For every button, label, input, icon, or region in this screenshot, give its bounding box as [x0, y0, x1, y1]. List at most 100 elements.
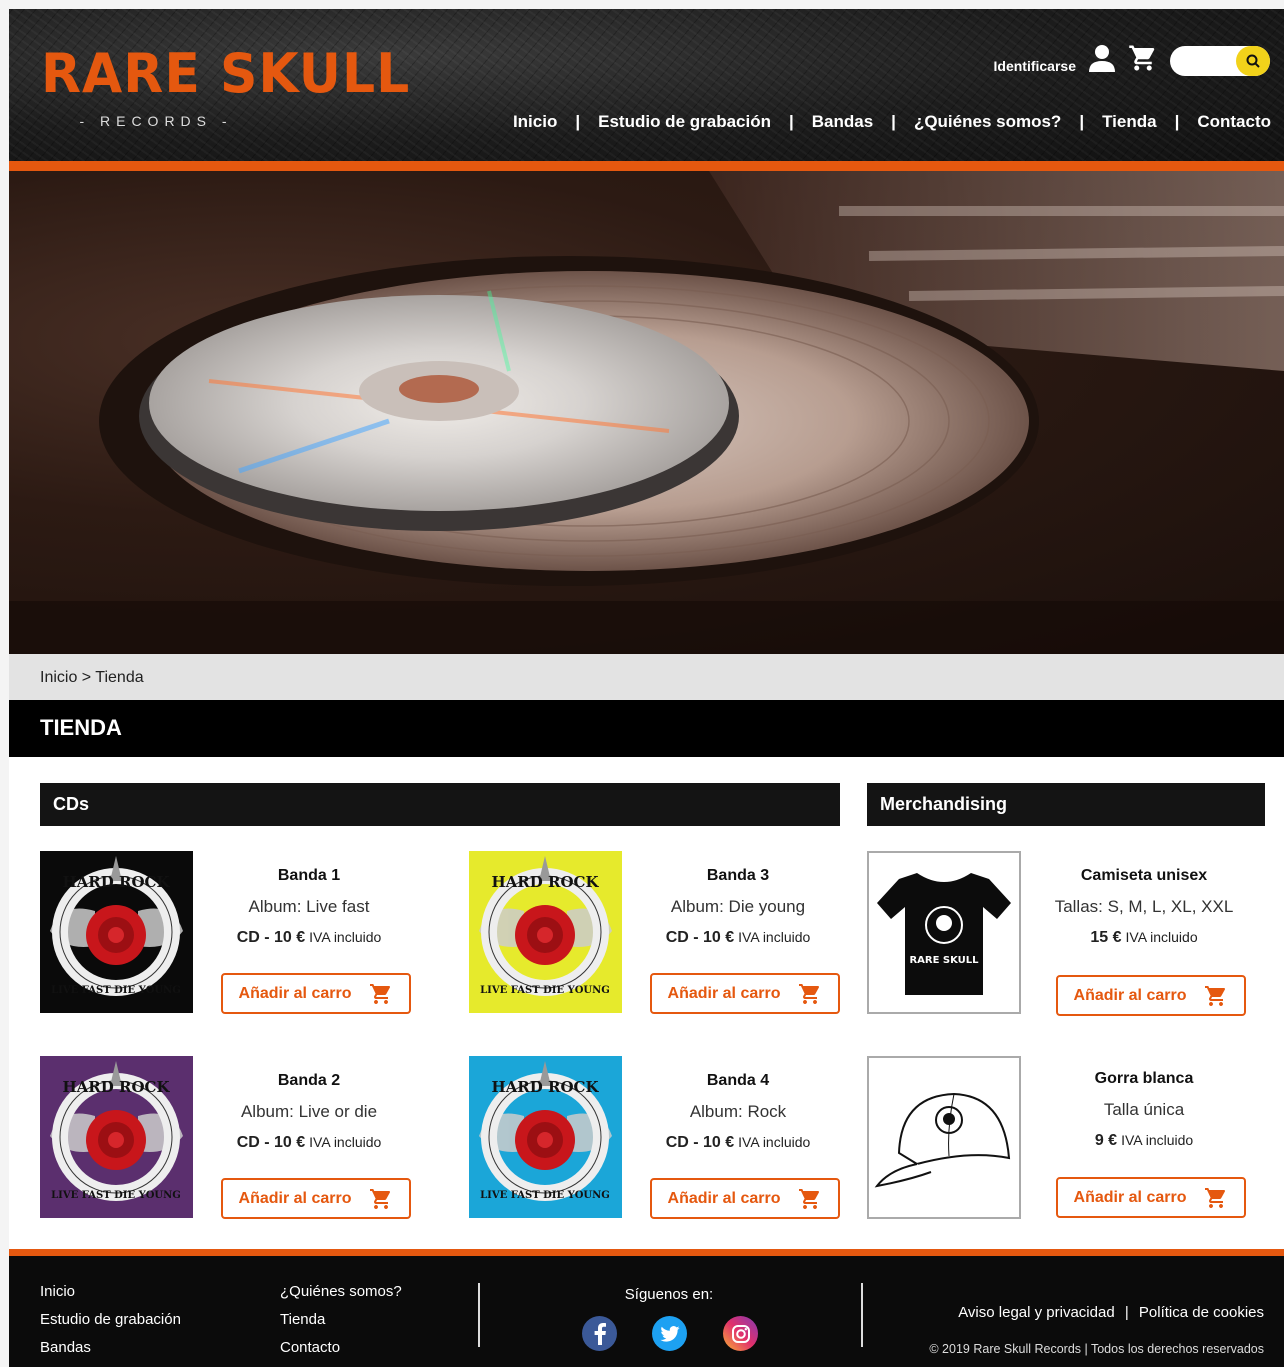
merch-section-header: Merchandising [867, 783, 1265, 826]
product-info: Banda 4 Album: Rock CD - 10 € IVA incluid… [643, 1072, 833, 1152]
product-name[interactable]: Gorra blanca [1049, 1070, 1239, 1088]
logo-title: RARE SKULL [41, 42, 411, 106]
search-icon [1246, 54, 1260, 68]
user-icon[interactable] [1088, 43, 1116, 78]
facebook-icon[interactable] [582, 1316, 617, 1351]
add-to-cart-button[interactable]: Añadir al carro [221, 1178, 411, 1219]
cds-section-header: CDs [40, 783, 840, 826]
nav-contacto[interactable]: Contacto [1197, 112, 1271, 132]
nav-separator: | [788, 112, 794, 131]
tax-note: IVA incluido [1125, 929, 1198, 945]
price-value: 9 € [1094, 1132, 1118, 1149]
add-to-cart-button[interactable]: Añadir al carro [1056, 1177, 1246, 1218]
price-value: CD - 10 € [236, 1134, 306, 1151]
cookies-link[interactable]: Política de cookies [1139, 1304, 1264, 1321]
logo[interactable]: RARE SKULL - RECORDS - [41, 41, 411, 129]
add-to-cart-label: Añadir al carro [667, 1189, 781, 1207]
add-to-cart-button[interactable]: Añadir al carro [1056, 975, 1246, 1016]
footer-link-contacto[interactable]: Contacto [280, 1334, 402, 1362]
footer-link-tienda[interactable]: Tienda [280, 1306, 402, 1334]
cart-icon [370, 1188, 391, 1209]
add-to-cart-button[interactable]: Añadir al carro [650, 1178, 840, 1219]
cart-icon [799, 1188, 820, 1209]
product-price: CD - 10 € IVA incluido [214, 1134, 404, 1152]
product-price: CD - 10 € IVA incluido [643, 929, 833, 947]
product-name[interactable]: Banda 2 [214, 1072, 404, 1090]
album-cover[interactable]: HARD ROCK LIVE FAST DIE YOUNG [469, 1056, 622, 1218]
product-subtitle: Album: Live or die [240, 1102, 378, 1121]
product-name[interactable]: Banda 3 [643, 867, 833, 885]
footer-link-inicio[interactable]: Inicio [40, 1278, 181, 1306]
main-nav: Inicio | Estudio de grabación | Bandas |… [513, 112, 1271, 132]
tax-note: IVA incluido [309, 1134, 382, 1150]
product-subtitle: Album: Rock [689, 1102, 787, 1121]
cart-icon [799, 983, 820, 1004]
login-link[interactable]: Identificarse [994, 58, 1076, 74]
product-price: CD - 10 € IVA incluido [214, 929, 404, 947]
price-value: CD - 10 € [665, 929, 735, 946]
nav-tienda[interactable]: Tienda [1102, 112, 1156, 132]
product-name[interactable]: Banda 1 [214, 867, 404, 885]
nav-separator: | [1174, 112, 1180, 131]
nav-inicio[interactable]: Inicio [513, 112, 557, 132]
add-to-cart-label: Añadir al carro [1073, 1188, 1187, 1206]
add-to-cart-button[interactable]: Añadir al carro [221, 973, 411, 1014]
footer-link-bandas[interactable]: Bandas [40, 1334, 181, 1362]
tax-note: IVA incluido [309, 929, 382, 945]
cart-icon[interactable] [1128, 43, 1158, 78]
legal-link[interactable]: Aviso legal y privacidad [958, 1304, 1114, 1321]
product-info: Banda 2 Album: Live or die CD - 10 € IVA … [214, 1072, 404, 1152]
album-cover[interactable]: HARD ROCK LIVE FAST DIE YOUNG [469, 851, 622, 1013]
product-info: Banda 1 Album: Live fast CD - 10 € IVA in… [214, 867, 404, 947]
cover-text: LIVE FAST DIE YOUNG [51, 1190, 181, 1201]
add-to-cart-label: Añadir al carro [1073, 986, 1187, 1004]
album-cover[interactable]: HARD ROCK LIVE FAST DIE YOUNG [40, 851, 193, 1013]
search-input[interactable] [1170, 45, 1270, 76]
search-button[interactable] [1236, 45, 1270, 76]
header-accent-bar [9, 161, 1284, 171]
tshirt-image[interactable]: RARE SKULL [867, 851, 1021, 1014]
breadcrumb[interactable]: Inicio > Tienda [9, 654, 1284, 700]
tax-note: IVA incluido [738, 1134, 811, 1150]
page-title: TIENDA [9, 700, 1284, 757]
cover-text: HARD ROCK [491, 1078, 599, 1096]
footer-link-estudio[interactable]: Estudio de grabación [40, 1306, 181, 1334]
product-subtitle: Tallas: S, M, L, XL, XXL [1054, 897, 1234, 916]
add-to-cart-button[interactable]: Añadir al carro [650, 973, 840, 1014]
cover-text: HARD ROCK [62, 873, 170, 891]
footer-link-quienes[interactable]: ¿Quiénes somos? [280, 1278, 402, 1306]
product-name[interactable]: Banda 4 [643, 1072, 833, 1090]
nav-estudio[interactable]: Estudio de grabación [598, 112, 771, 132]
account-area: Identificarse [994, 43, 1270, 78]
tax-note: IVA incluido [738, 929, 811, 945]
footer-divider [861, 1283, 863, 1347]
cover-text: LIVE FAST DIE YOUNG [480, 1190, 610, 1201]
cover-text: LIVE FAST DIE YOUNG [51, 985, 181, 996]
page: RARE SKULL - RECORDS - Identificarse Ini… [9, 9, 1284, 1367]
hero-image [9, 171, 1284, 654]
add-to-cart-label: Añadir al carro [238, 1189, 352, 1207]
product-name[interactable]: Camiseta unisex [1049, 867, 1239, 885]
nav-bandas[interactable]: Bandas [812, 112, 873, 132]
instagram-icon[interactable] [723, 1316, 758, 1351]
album-cover[interactable]: HARD ROCK LIVE FAST DIE YOUNG [40, 1056, 193, 1218]
cover-text: HARD ROCK [491, 873, 599, 891]
footer-legal: Aviso legal y privacidad | Política de c… [958, 1304, 1264, 1321]
cap-image[interactable] [867, 1056, 1021, 1219]
product-info: Camiseta unisex Tallas: S, M, L, XL, XXL… [1049, 867, 1239, 947]
nav-separator: | [575, 112, 581, 131]
cover-text: LIVE FAST DIE YOUNG [480, 985, 610, 996]
product-info: Banda 3 Album: Die young CD - 10 € IVA in… [643, 867, 833, 947]
product-price: 15 € IVA incluido [1049, 929, 1239, 947]
cart-icon [370, 983, 391, 1004]
logo-subtitle: - RECORDS - [79, 113, 233, 129]
footer-divider [478, 1283, 480, 1347]
product-info: Gorra blanca Talla única 9 € IVA incluido [1049, 1070, 1239, 1150]
add-to-cart-label: Añadir al carro [238, 984, 352, 1002]
site-footer: Inicio Estudio de grabación Bandas ¿Quié… [9, 1256, 1284, 1367]
cart-icon [1205, 1187, 1226, 1208]
product-price: 9 € IVA incluido [1049, 1132, 1239, 1150]
nav-quienes-somos[interactable]: ¿Quiénes somos? [914, 112, 1061, 132]
add-to-cart-label: Añadir al carro [667, 984, 781, 1002]
twitter-icon[interactable] [652, 1316, 687, 1351]
